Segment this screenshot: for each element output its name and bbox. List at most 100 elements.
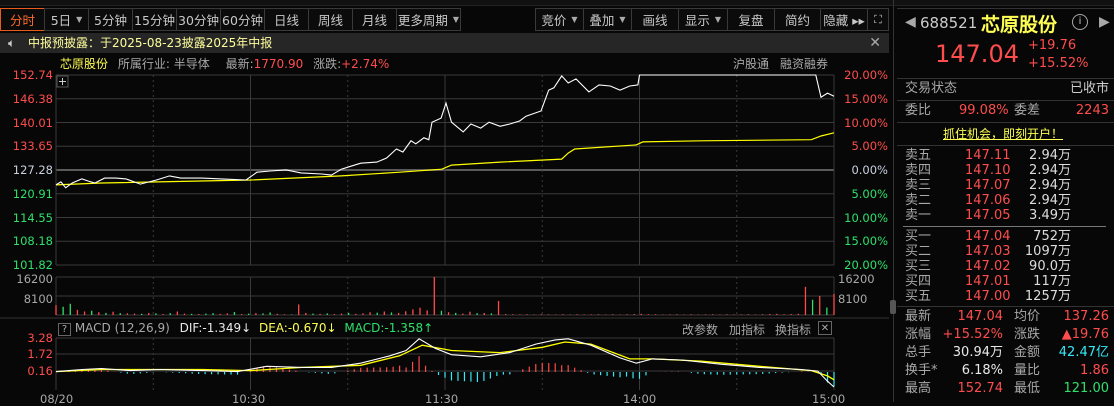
bid-row[interactable]: 买五 147.00 1257万 — [897, 289, 1111, 304]
level-volume: 1257万 — [1024, 289, 1071, 304]
help-icon[interactable]: ? — [58, 323, 71, 336]
wc-value: 2243 — [1075, 103, 1109, 118]
pct-axis-label: 20.00% — [844, 258, 888, 272]
intraday-chart[interactable] — [0, 0, 893, 402]
level-price: 147.00 — [965, 289, 1011, 304]
pct-axis-label: 20.00% — [844, 68, 888, 82]
stat-value: 152.74 — [957, 381, 1004, 396]
stat-label: 均价 — [1014, 309, 1041, 324]
volume-axis-label-right: 16200 — [838, 272, 875, 286]
price-axis-label: 146.38 — [12, 91, 53, 106]
ask-row[interactable]: 卖一 147.05 3.49万 — [897, 208, 1111, 223]
level-label: 买五 — [905, 289, 932, 304]
stat-label: 最新 — [905, 309, 932, 324]
level-price: 147.07 — [965, 178, 1011, 193]
level-volume: 3.49万 — [1029, 208, 1071, 223]
stat-value: 6.18% — [961, 363, 1003, 378]
level-price: 147.10 — [965, 163, 1011, 178]
level-volume: 117万 — [1033, 274, 1071, 289]
ask-row[interactable]: 卖五 147.11 2.94万 — [897, 148, 1111, 163]
quote-stock-name: 芯原股份 — [981, 14, 1058, 36]
stat-row: 最新 147.04 均价 137.26 — [897, 308, 1111, 326]
open-account-link[interactable]: 抓住机会，即刻开户！ — [943, 125, 1063, 142]
bid-row[interactable]: 买四 147.01 117万 — [897, 274, 1111, 289]
stat-value: +15.52% — [942, 327, 1003, 342]
stat-value: 30.94万 — [952, 345, 1003, 360]
price-axis-label: 127.28 — [12, 163, 53, 177]
level-volume: 90.0万 — [1029, 259, 1071, 274]
macd-header: ? MACD (12,26,9) DIF:-1.349↓ DEA:-0.670↓… — [58, 321, 890, 337]
pct-axis-label: 5.00% — [851, 139, 888, 154]
stat-value: 121.00 — [1063, 381, 1110, 396]
macd-axis-label: 1.72 — [27, 347, 53, 361]
level-label: 买三 — [905, 259, 932, 274]
level-volume: 2.94万 — [1029, 193, 1071, 208]
stock-code: 688521 — [920, 14, 978, 32]
pct-axis-label: 5.00% — [851, 186, 888, 201]
ask-row[interactable]: 卖四 147.10 2.94万 — [897, 163, 1111, 178]
quote-pct: +15.52% — [1028, 56, 1089, 71]
price-axis-label: 101.82 — [12, 258, 53, 272]
level-volume: 2.94万 — [1029, 163, 1071, 178]
time-axis-label: 11:30 — [425, 392, 459, 406]
quote-change: +19.76 — [1028, 38, 1077, 53]
level-label: 卖四 — [905, 163, 932, 178]
pct-axis-label: 15.00% — [844, 91, 888, 106]
stat-value: ▲19.76 — [1061, 327, 1109, 342]
time-axis-label: 08/20 — [40, 392, 74, 406]
panel-divider[interactable] — [893, 0, 894, 402]
time-axis-label: 15:00 — [812, 392, 846, 406]
wb-value: 99.08% — [959, 103, 1009, 118]
pct-axis-label: 10.00% — [844, 210, 888, 225]
stat-row: 总手 30.94万 金额 42.47亿 — [897, 344, 1111, 362]
volume-axis-label: 8100 — [23, 292, 53, 306]
next-stock-icon[interactable]: ▶ — [1099, 14, 1110, 30]
add-indicator-button[interactable]: 加指标 — [729, 321, 765, 338]
wb-label: 委比 — [905, 103, 932, 118]
level-label: 买四 — [905, 274, 932, 289]
bid-row[interactable]: 买二 147.03 1097万 — [897, 244, 1111, 259]
level-price: 147.02 — [965, 259, 1011, 274]
price-axis-label: 120.91 — [12, 186, 53, 201]
stat-label: 换手* — [905, 363, 938, 378]
pct-axis-label: 10.00% — [844, 115, 888, 130]
dif-value: DIF:-1.349↓ — [179, 321, 252, 335]
switch-indicator-button[interactable]: 换指标 — [775, 321, 811, 338]
volume-axis-label-right: 8100 — [838, 292, 868, 306]
level-label: 买一 — [905, 229, 932, 244]
level-price: 147.03 — [965, 244, 1011, 259]
level-label: 卖五 — [905, 148, 932, 163]
ask-row[interactable]: 卖三 147.07 2.94万 — [897, 178, 1111, 193]
time-axis-label: 10:30 — [232, 392, 266, 406]
crosshair-icon — [56, 75, 69, 88]
stat-label: 量比 — [1014, 363, 1041, 378]
status-label: 交易状态 — [905, 81, 958, 96]
macd-axis-label: 0.16 — [27, 364, 53, 378]
level-label: 卖二 — [905, 193, 932, 208]
dea-value: DEA:-0.670↓ — [258, 321, 337, 335]
bid-row[interactable]: 买一 147.04 752万 — [897, 229, 1111, 244]
change-params-button[interactable]: 改参数 — [682, 321, 718, 338]
ask-row[interactable]: 卖二 147.06 2.94万 — [897, 193, 1111, 208]
price-axis-label: 108.18 — [12, 234, 53, 249]
level-price: 147.06 — [965, 193, 1011, 208]
level-price: 147.05 — [965, 208, 1011, 223]
stat-row: 最高 152.74 最低 121.00 — [897, 380, 1111, 398]
level-price: 147.11 — [965, 148, 1011, 163]
price-axis-label: 140.01 — [12, 115, 53, 130]
level-label: 买二 — [905, 244, 932, 259]
stat-value: 147.04 — [957, 309, 1004, 324]
stat-label: 总手 — [905, 345, 932, 360]
stat-label: 最低 — [1014, 381, 1041, 396]
stat-value: 1.86 — [1080, 363, 1109, 378]
level-volume: 2.94万 — [1029, 178, 1071, 193]
panel-resize-handle[interactable] — [890, 300, 896, 314]
pct-axis-label: 15.00% — [844, 234, 888, 249]
volume-axis-label: 16200 — [16, 272, 53, 286]
stat-value: 137.26 — [1063, 309, 1110, 324]
close-indicator-icon[interactable]: ✕ — [818, 321, 832, 335]
info-icon[interactable]: i — [1072, 14, 1088, 30]
price-axis-label: 152.74 — [12, 68, 53, 82]
prev-stock-icon[interactable]: ◀ — [905, 14, 916, 30]
bid-row[interactable]: 买三 147.02 90.0万 — [897, 259, 1111, 274]
